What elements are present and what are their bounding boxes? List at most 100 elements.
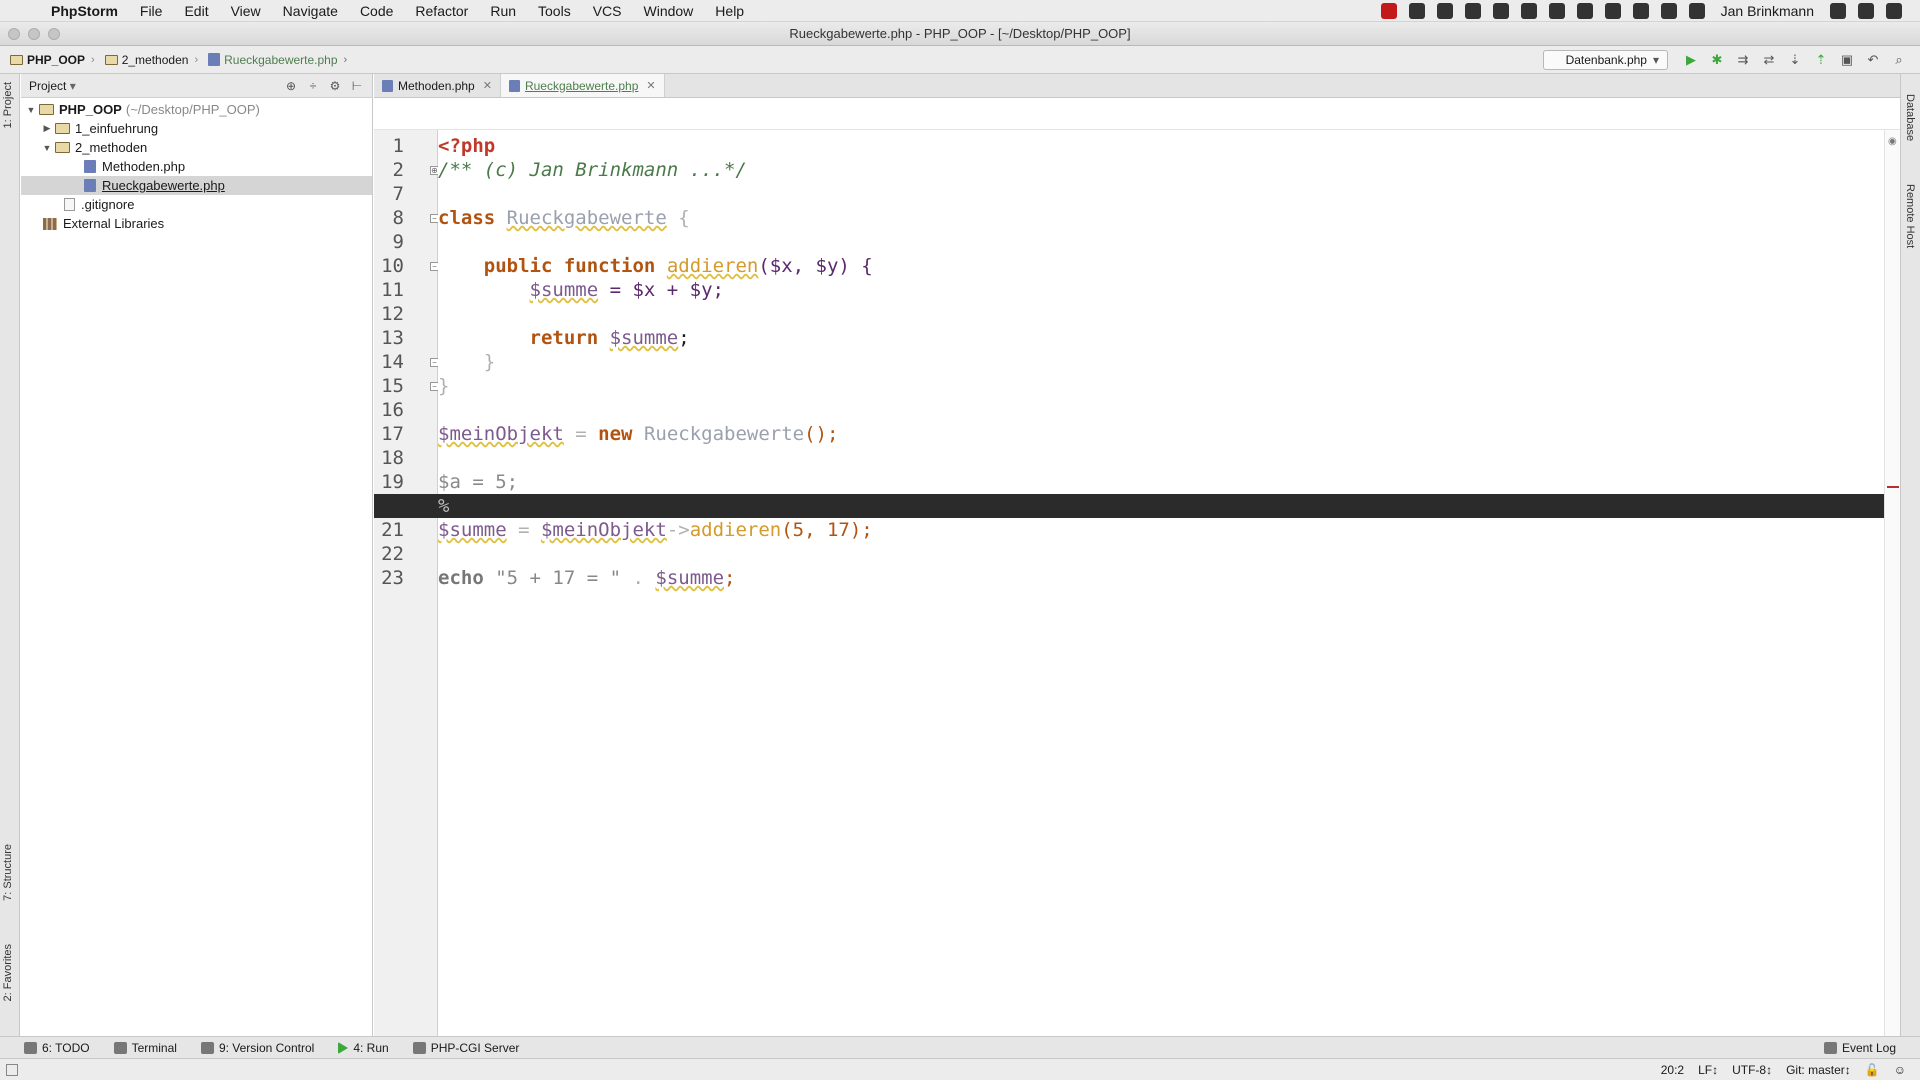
project-panel-header: Project ⊕ ÷ ⚙ ⊢ [21,74,372,98]
vcs-update-icon[interactable]: ⇣ [1786,51,1804,69]
run-configuration-select[interactable]: Datenbank.php [1542,49,1668,70]
eye-icon[interactable]: ◉ [1888,136,1897,147]
menu-app[interactable]: PhpStorm [40,0,129,22]
menu-code[interactable]: Code [349,0,404,22]
tab-database[interactable]: Database [1904,94,1916,141]
php-file-icon [382,79,393,92]
code-line: echo "5 + 17 = " . $summe; [438,566,1884,590]
bluetooth-icon[interactable] [1660,2,1677,19]
breadcrumb-project[interactable]: PHP_OOP › [10,53,95,67]
expand-arrow-icon[interactable]: ▼ [39,143,55,153]
tab-methoden-php[interactable]: Methoden.php ✕ [374,74,501,97]
tree-item-1-einfuehrung[interactable]: ▶ 1_einfuehrung [21,119,372,138]
navigation-bar: PHP_OOP › 2_methoden › Rueckgabewerte.ph… [0,46,1920,74]
collapse-all-icon[interactable]: ÷ [306,79,320,93]
profile-icon[interactable]: ⇄ [1760,51,1778,69]
tab-favorites[interactable]: 2: Favorites [2,944,14,1001]
close-icon[interactable]: ✕ [646,79,655,92]
spotlight-icon[interactable] [1830,2,1846,19]
library-icon [43,217,57,230]
tree-item-gitignore[interactable]: .gitignore [21,195,372,214]
menu-refactor[interactable]: Refactor [404,0,479,22]
dropbox-icon[interactable] [1408,2,1425,19]
caret-position[interactable]: 20:2 [1661,1063,1684,1077]
git-branch[interactable]: Git: master↕ [1786,1063,1851,1077]
todo-tool-button[interactable]: 6: TODO [24,1041,90,1055]
project-view-select[interactable]: Project [29,79,139,93]
tree-item-project-root[interactable]: ▼ PHP_OOP (~/Desktop/PHP_OOP) [21,100,372,119]
todo-icon [24,1041,37,1054]
line-number: 23 [381,567,404,589]
breadcrumb-folder[interactable]: 2_methoden › [104,53,198,67]
event-log-button[interactable]: Event Log [1823,1040,1896,1055]
current-line[interactable]: % [374,494,1884,518]
right-tool-stripe: Database Remote Host [1900,74,1920,1036]
creative-cloud-icon[interactable] [1604,2,1621,19]
menu-tools[interactable]: Tools [527,0,582,22]
inspector-icon[interactable]: ☺ [1894,1063,1906,1077]
menu-view[interactable]: View [220,0,272,22]
menu-file[interactable]: File [129,0,174,22]
close-icon[interactable]: ✕ [483,79,492,92]
tool-label: Event Log [1841,1040,1896,1055]
menubar-user[interactable]: Jan Brinkmann [1721,3,1814,19]
php-cgi-server-tool-button[interactable]: PHP-CGI Server [412,1041,519,1055]
run-tool-button[interactable]: 4: Run [338,1041,389,1055]
locate-icon[interactable]: ⊕ [284,79,298,93]
app-icon[interactable] [1492,2,1509,19]
code-editor[interactable]: <?php /** (c) Jan Brinkmann ...*/ class … [374,130,1884,1036]
line-separator[interactable]: LF↕ [1698,1063,1718,1077]
error-stripe[interactable]: ◉ [1884,130,1900,1036]
time-machine-icon[interactable] [1688,2,1705,19]
tree-item-2-methoden[interactable]: ▼ 2_methoden [21,138,372,157]
file-encoding[interactable]: UTF-8↕ [1732,1063,1772,1077]
gear-icon[interactable]: ⚙ [328,79,342,93]
menu-navigate[interactable]: Navigate [272,0,349,22]
menu-run[interactable]: Run [479,0,527,22]
menu-window[interactable]: Window [633,0,705,22]
vcs-history-icon[interactable]: ▣ [1838,51,1856,69]
tab-project[interactable]: 1: Project [2,82,14,128]
folder-icon [39,104,54,115]
plugin-icon[interactable] [1436,2,1453,19]
menu-edit[interactable]: Edit [173,0,219,22]
run-icon[interactable]: ▶ [1682,51,1700,69]
tab-remote-host[interactable]: Remote Host [1904,184,1916,248]
hide-panel-icon[interactable]: ⊢ [350,79,364,93]
notifications-icon[interactable] [1858,2,1874,19]
editor-breadcrumb-strip [374,98,1900,130]
evernote-icon[interactable] [1548,2,1565,19]
vcs-revert-icon[interactable]: ↶ [1864,51,1882,69]
terminal-icon [113,1041,127,1054]
coverage-icon[interactable]: ⇉ [1734,51,1752,69]
line-number: 12 [381,303,404,325]
menu-vcs[interactable]: VCS [582,0,633,22]
info-icon[interactable] [1576,2,1593,19]
tool-windows-toggle-icon[interactable] [6,1063,18,1076]
error-marker[interactable] [1887,486,1899,488]
search-everywhere-icon[interactable]: ⌕ [1890,51,1908,69]
lock-icon[interactable]: 🔓 [1865,1063,1880,1077]
zoom-window-button[interactable] [48,28,60,40]
version-control-tool-button[interactable]: 9: Version Control [200,1041,314,1055]
minimize-window-button[interactable] [28,28,40,40]
close-window-button[interactable] [8,28,20,40]
volume-icon[interactable] [1632,2,1649,19]
tab-structure[interactable]: 7: Structure [2,844,14,901]
collapse-arrow-icon[interactable]: ▶ [39,123,55,134]
record-icon[interactable] [1380,2,1397,19]
function-call: addieren [689,519,782,541]
tab-rueckgabewerte-php[interactable]: Rueckgabewerte.php ✕ [500,74,665,97]
breadcrumb-file[interactable]: Rueckgabewerte.php › [208,53,347,67]
expand-arrow-icon[interactable]: ▼ [23,105,39,115]
leaf-icon[interactable] [1520,2,1537,19]
drive-icon[interactable] [1464,2,1481,19]
terminal-tool-button[interactable]: Terminal [113,1041,177,1055]
tree-item-rueckgabewerte-php[interactable]: Rueckgabewerte.php [21,176,372,195]
tree-item-methoden-php[interactable]: Methoden.php [21,157,372,176]
debug-icon[interactable]: ✱ [1708,51,1726,69]
vcs-commit-icon[interactable]: ⇡ [1812,51,1830,69]
notification-center-icon[interactable] [1886,2,1902,19]
menu-help[interactable]: Help [704,0,755,22]
tree-item-external-libraries[interactable]: External Libraries [21,214,372,233]
